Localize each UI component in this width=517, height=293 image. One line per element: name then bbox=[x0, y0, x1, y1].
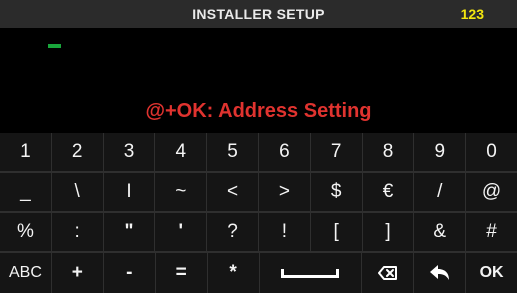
key-double-quote[interactable]: " bbox=[103, 213, 156, 251]
key-less-than[interactable]: < bbox=[207, 173, 259, 211]
ok-key[interactable]: OK bbox=[466, 253, 517, 293]
key-asterisk[interactable]: * bbox=[207, 253, 260, 293]
abc-mode-key[interactable]: ABC bbox=[0, 253, 52, 293]
key-percent[interactable]: % bbox=[0, 213, 52, 251]
key-at[interactable]: @ bbox=[466, 173, 517, 211]
key-ampersand[interactable]: & bbox=[414, 213, 467, 251]
key-2[interactable]: 2 bbox=[51, 133, 104, 171]
address-setting-hint: @+OK: Address Setting bbox=[145, 100, 372, 122]
on-screen-keyboard: 1 2 3 4 5 6 7 8 9 0 _ \ I ~ < > $ € / @ … bbox=[0, 133, 517, 293]
key-tilde[interactable]: ~ bbox=[155, 173, 208, 211]
key-greater-than[interactable]: > bbox=[258, 173, 311, 211]
keyboard-row-3: % : " ' ? ! [ ] & # bbox=[0, 213, 517, 251]
key-6[interactable]: 6 bbox=[258, 133, 311, 171]
space-bar-icon bbox=[281, 268, 340, 278]
page-title: INSTALLER SETUP bbox=[192, 6, 325, 22]
key-equals[interactable]: = bbox=[155, 253, 208, 293]
key-5[interactable]: 5 bbox=[207, 133, 259, 171]
keyboard-row-2: _ \ I ~ < > $ € / @ bbox=[0, 173, 517, 211]
back-arrow-icon bbox=[429, 265, 449, 280]
key-7[interactable]: 7 bbox=[310, 133, 363, 171]
key-pipe[interactable]: I bbox=[103, 173, 156, 211]
key-right-bracket[interactable]: ] bbox=[362, 213, 415, 251]
key-plus[interactable]: + bbox=[51, 253, 104, 293]
key-underscore[interactable]: _ bbox=[0, 173, 52, 211]
key-euro[interactable]: € bbox=[362, 173, 415, 211]
key-9[interactable]: 9 bbox=[414, 133, 467, 171]
key-slash[interactable]: / bbox=[414, 173, 467, 211]
back-key[interactable] bbox=[414, 253, 467, 293]
key-colon[interactable]: : bbox=[51, 213, 104, 251]
key-left-bracket[interactable]: [ bbox=[310, 213, 363, 251]
top-bar: INSTALLER SETUP 123 bbox=[0, 0, 517, 28]
key-0[interactable]: 0 bbox=[466, 133, 517, 171]
backspace-icon bbox=[377, 266, 397, 280]
key-question[interactable]: ? bbox=[207, 213, 259, 251]
keyboard-row-4: ABC + - = * OK bbox=[0, 253, 517, 293]
key-exclamation[interactable]: ! bbox=[258, 213, 311, 251]
key-hash[interactable]: # bbox=[466, 213, 517, 251]
space-key[interactable] bbox=[259, 253, 363, 293]
key-3[interactable]: 3 bbox=[103, 133, 156, 171]
key-8[interactable]: 8 bbox=[362, 133, 415, 171]
key-1[interactable]: 1 bbox=[0, 133, 52, 171]
key-minus[interactable]: - bbox=[103, 253, 156, 293]
installer-code: 123 bbox=[460, 6, 484, 22]
input-cursor bbox=[48, 44, 61, 48]
key-backslash[interactable]: \ bbox=[51, 173, 104, 211]
key-4[interactable]: 4 bbox=[155, 133, 208, 171]
key-apostrophe[interactable]: ' bbox=[155, 213, 208, 251]
backspace-key[interactable] bbox=[362, 253, 415, 293]
key-dollar[interactable]: $ bbox=[310, 173, 363, 211]
keyboard-row-1: 1 2 3 4 5 6 7 8 9 0 bbox=[0, 133, 517, 171]
